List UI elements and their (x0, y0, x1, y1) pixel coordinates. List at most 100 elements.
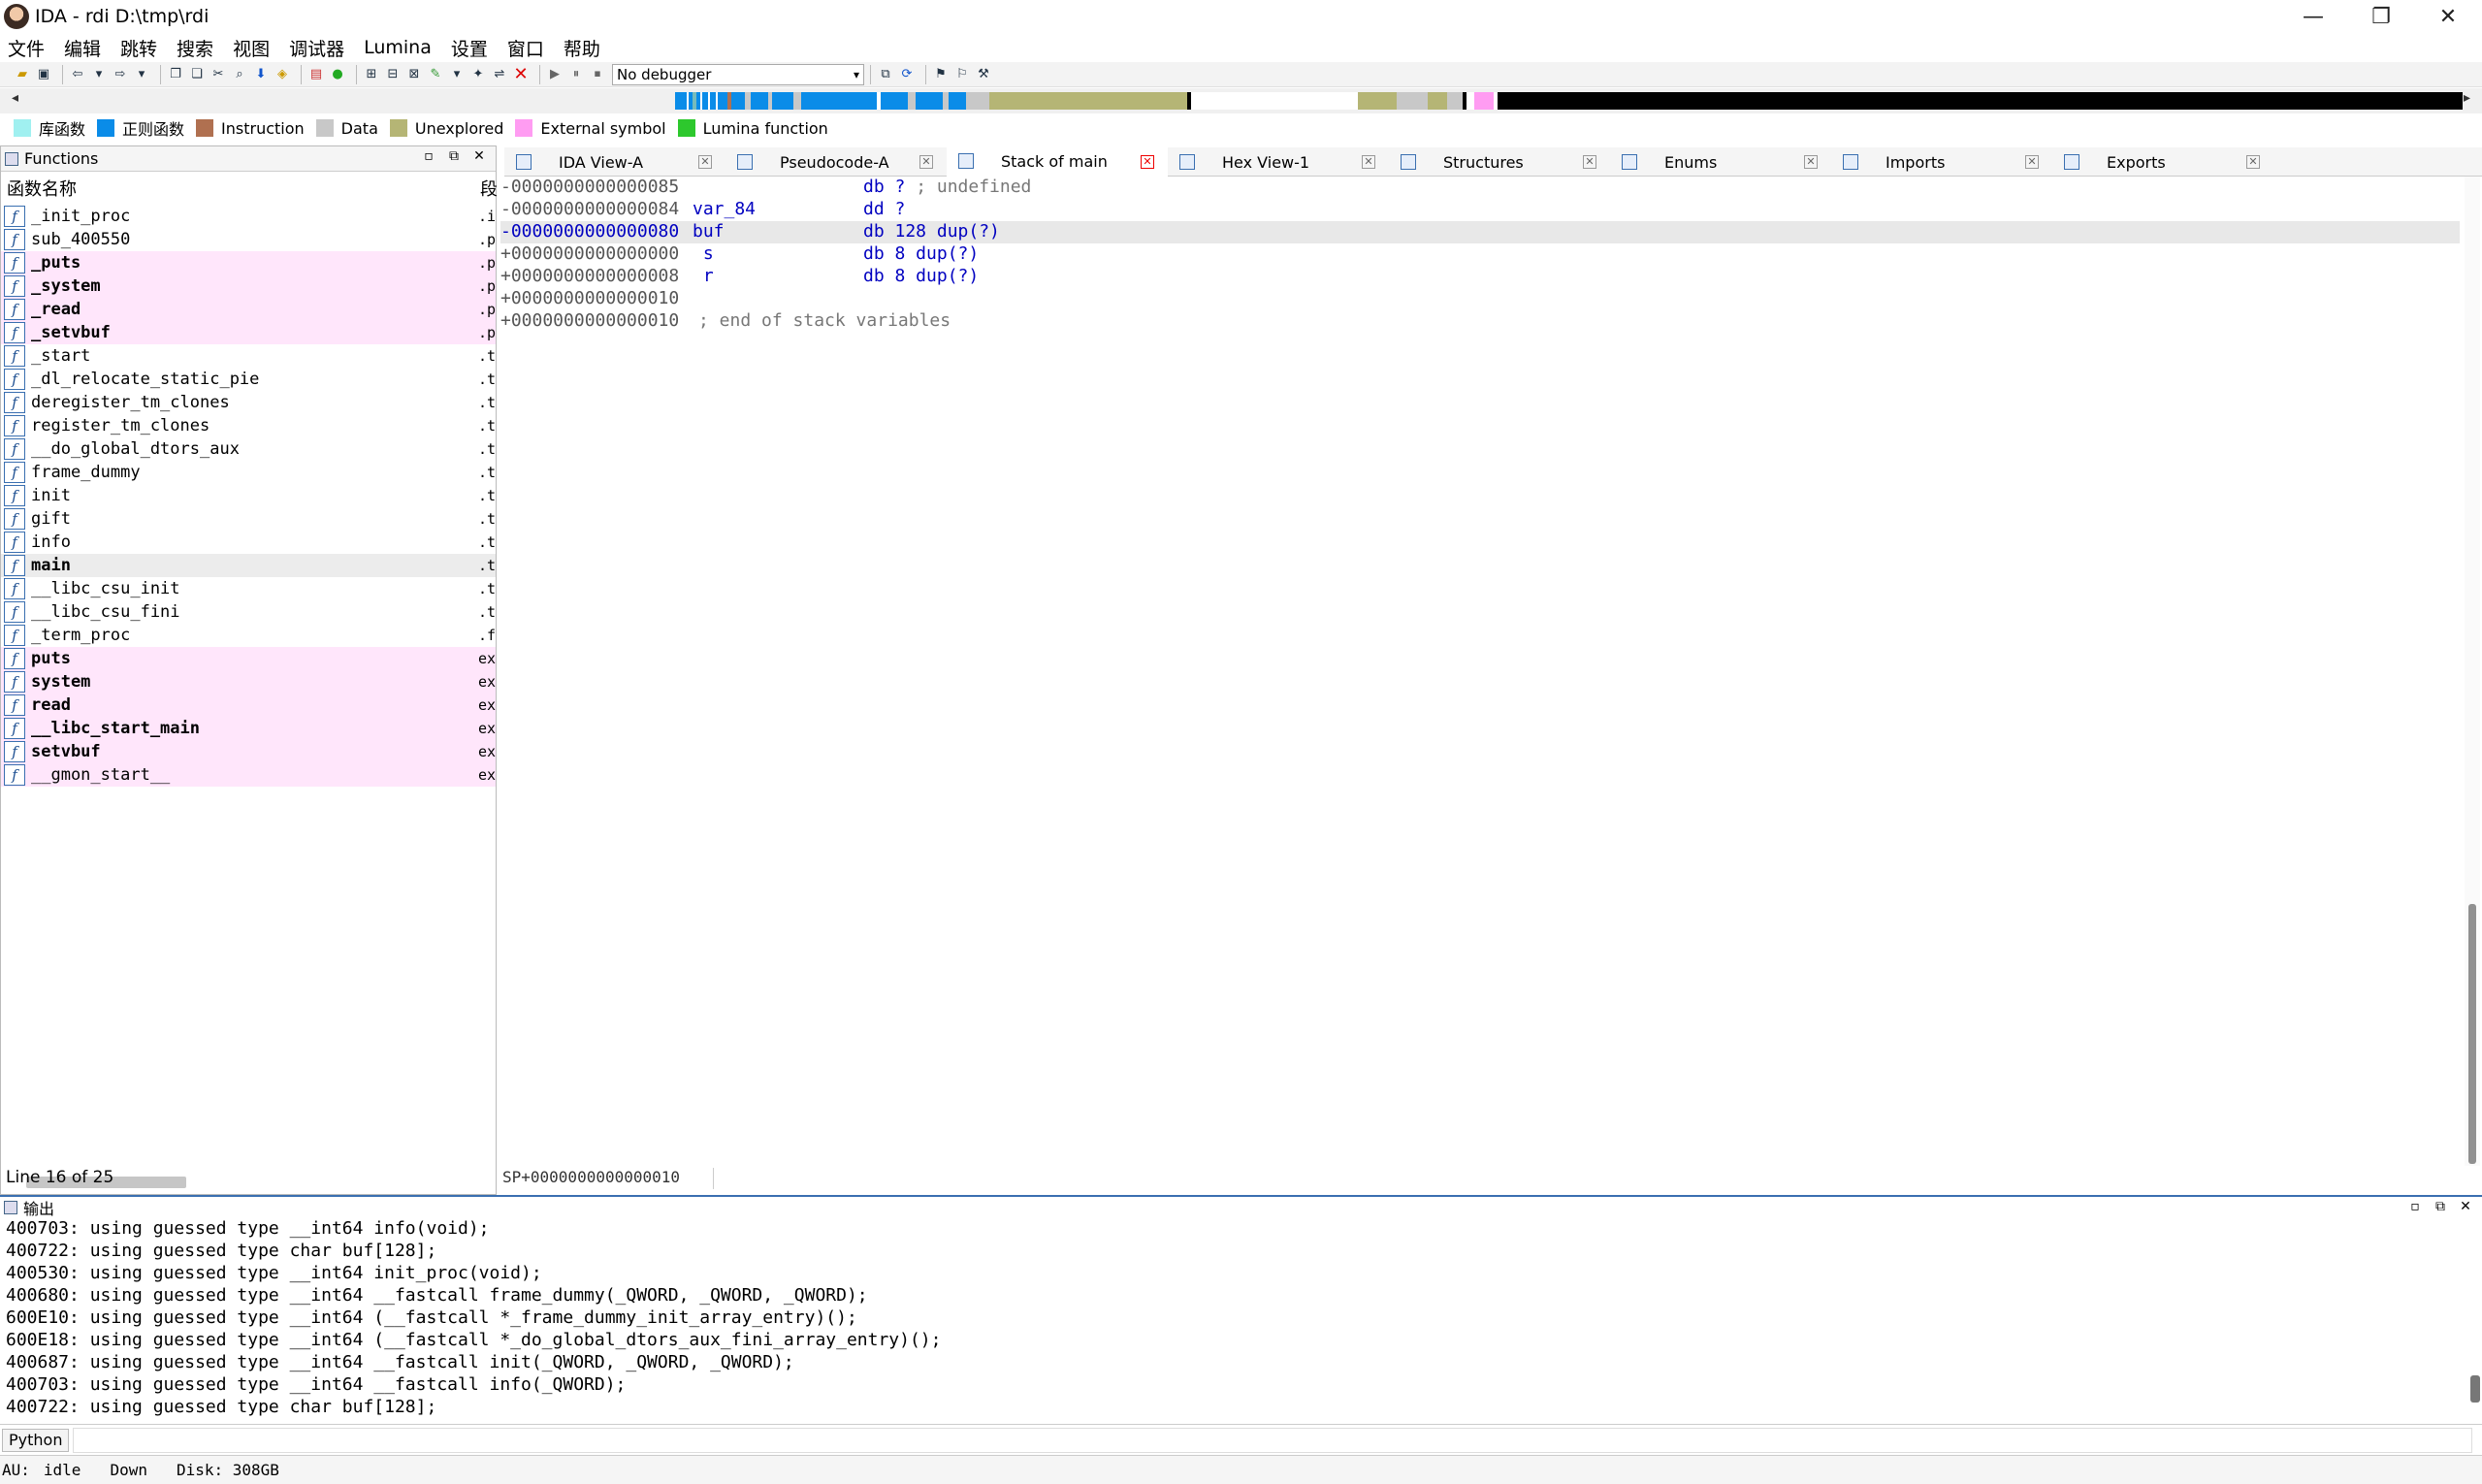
close-window-button[interactable]: ✕ (2414, 0, 2482, 33)
stack-line[interactable]: +0000000000000000 s db 8 dup(?) (500, 243, 2460, 266)
graph-icon[interactable]: ▤ (307, 66, 325, 83)
function-row[interactable]: f __libc_start_main ex (1, 717, 496, 740)
tab-hex-view-1[interactable]: Hex View-1 ✕ (1168, 147, 1389, 177)
nav-left-arrow-icon[interactable]: ◂ (12, 90, 18, 106)
stack-of-main-view[interactable]: -0000000000000085 db ? ; undefined -000000… (500, 177, 2460, 1166)
restore-icon[interactable]: ▫ (2402, 1199, 2428, 1214)
breakpoint-icon[interactable]: ⚑ (932, 66, 950, 83)
function-row[interactable]: f _setvbuf .p (1, 321, 496, 344)
function-row[interactable]: f __do_global_dtors_aux .t (1, 437, 496, 461)
restore-icon[interactable]: ▫ (416, 148, 441, 164)
function-icon[interactable]: ✦ (469, 66, 487, 83)
functions-column-header[interactable]: 函数名称 段 (1, 172, 498, 205)
tab-close-icon[interactable]: ✕ (698, 155, 712, 169)
forward-dropdown-icon[interactable]: ▾ (133, 66, 150, 83)
float-icon[interactable]: ⧉ (441, 148, 467, 164)
tab-close-icon[interactable]: ✕ (1141, 155, 1154, 169)
function-row[interactable]: f info .t (1, 531, 496, 554)
function-row[interactable]: f main .t (1, 554, 496, 577)
forward-icon[interactable]: ⇨ (112, 66, 129, 83)
maximize-button[interactable]: ❐ (2347, 0, 2415, 33)
minimize-button[interactable]: — (2279, 0, 2347, 33)
menu-lumina[interactable]: Lumina (364, 37, 432, 58)
pin-dropdown-icon[interactable]: ▾ (448, 66, 466, 83)
function-row[interactable]: f setvbuf ex (1, 740, 496, 763)
tab-exports[interactable]: Exports ✕ (2052, 147, 2273, 177)
python-command-input[interactable] (73, 1427, 2472, 1453)
function-row[interactable]: f frame_dummy .t (1, 461, 496, 484)
function-row[interactable]: f sub_400550 .p (1, 228, 496, 251)
menu-search[interactable]: 搜索 (177, 35, 213, 61)
close-icon[interactable]: ✕ (467, 148, 492, 164)
data-icon[interactable]: ⊟ (384, 66, 402, 83)
navigation-bar[interactable] (675, 92, 2463, 110)
binary-search-icon[interactable]: ◈ (274, 66, 291, 83)
refresh-icon[interactable]: ⟳ (898, 66, 916, 83)
cut-icon[interactable]: ✂ (210, 66, 227, 83)
delete-icon[interactable]: ✕ (512, 64, 530, 84)
menu-file[interactable]: 文件 (8, 35, 45, 61)
close-icon[interactable]: ✕ (2453, 1199, 2478, 1214)
menu-options[interactable]: 设置 (451, 35, 488, 61)
column-function-name[interactable]: 函数名称 (7, 176, 77, 201)
menu-windows[interactable]: 窗口 (507, 35, 544, 61)
trace-icon[interactable]: ⚐ (953, 66, 971, 83)
menu-edit[interactable]: 编辑 (64, 35, 101, 61)
tab-stack-of-main[interactable]: Stack of main ✕ (947, 147, 1168, 177)
float-icon[interactable]: ⧉ (2428, 1199, 2453, 1214)
open-folder-icon[interactable]: ▰ (14, 66, 31, 83)
menu-help[interactable]: 帮助 (564, 35, 600, 61)
back-dropdown-icon[interactable]: ▾ (90, 66, 108, 83)
tab-imports[interactable]: Imports ✕ (1831, 147, 2052, 177)
function-row[interactable]: f _init_proc .i (1, 205, 496, 228)
xref-icon[interactable]: ⇌ (491, 66, 508, 83)
tab-close-icon[interactable]: ✕ (1583, 155, 1596, 169)
output-scrollbar-thumb[interactable] (2470, 1375, 2480, 1403)
green-circle-icon[interactable]: ● (329, 66, 346, 83)
scrollbar-thumb[interactable] (2468, 904, 2476, 1164)
function-row[interactable]: f _puts .p (1, 251, 496, 274)
nav-right-arrow-icon[interactable]: ▸ (2464, 90, 2470, 106)
function-row[interactable]: f _term_proc .f (1, 624, 496, 647)
jump-down-icon[interactable]: ⬇ (252, 66, 270, 83)
back-icon[interactable]: ⇦ (69, 66, 86, 83)
run-icon[interactable]: ▶ (546, 66, 564, 83)
tab-close-icon[interactable]: ✕ (919, 155, 933, 169)
menu-debugger[interactable]: 调试器 (289, 35, 344, 61)
stack-line[interactable]: +0000000000000010 ; end of stack variable… (500, 310, 2460, 333)
stack-line[interactable]: -0000000000000085 db ? ; undefined (500, 177, 2460, 199)
function-row[interactable]: f __libc_csu_init .t (1, 577, 496, 600)
struct-icon[interactable]: ⊠ (405, 66, 423, 83)
pause-icon[interactable]: ⏸ (567, 66, 585, 83)
function-row[interactable]: f _read .p (1, 298, 496, 321)
column-segment[interactable]: 段 (480, 176, 498, 201)
tab-close-icon[interactable]: ✕ (1362, 155, 1375, 169)
stop-icon[interactable]: ⏹ (589, 66, 606, 83)
function-row[interactable]: f _dl_relocate_static_pie .t (1, 368, 496, 391)
tab-enums[interactable]: Enums ✕ (1610, 147, 1831, 177)
tab-close-icon[interactable]: ✕ (2246, 155, 2260, 169)
menu-jump[interactable]: 跳转 (120, 35, 157, 61)
copy-icon[interactable]: ❐ (167, 66, 184, 83)
tab-structures[interactable]: Structures ✕ (1389, 147, 1610, 177)
menu-view[interactable]: 视图 (233, 35, 270, 61)
function-row[interactable]: f system ex (1, 670, 496, 694)
code-icon[interactable]: ⊞ (363, 66, 380, 83)
function-row[interactable]: f _system .p (1, 274, 496, 298)
function-row[interactable]: f gift .t (1, 507, 496, 531)
function-row[interactable]: f init .t (1, 484, 496, 507)
python-language-button[interactable]: Python (2, 1428, 70, 1452)
function-row[interactable]: f __libc_csu_fini .t (1, 600, 496, 624)
tab-close-icon[interactable]: ✕ (2025, 155, 2039, 169)
tools-icon[interactable]: ⚒ (975, 66, 992, 83)
function-row[interactable]: f __gmon_start__ ex (1, 763, 496, 787)
stack-line[interactable]: -0000000000000080 buf db 128 dup(?) (500, 221, 2460, 243)
attach-icon[interactable]: ⧉ (877, 66, 894, 83)
paste-icon[interactable]: ❏ (188, 66, 206, 83)
function-row[interactable]: f register_tm_clones .t (1, 414, 496, 437)
function-row[interactable]: f read ex (1, 694, 496, 717)
pin-icon[interactable]: ✎ (427, 66, 444, 83)
function-row[interactable]: f deregister_tm_clones .t (1, 391, 496, 414)
stack-line[interactable]: +0000000000000008 r db 8 dup(?) (500, 266, 2460, 288)
search-icon[interactable]: ⌕ (231, 66, 248, 83)
